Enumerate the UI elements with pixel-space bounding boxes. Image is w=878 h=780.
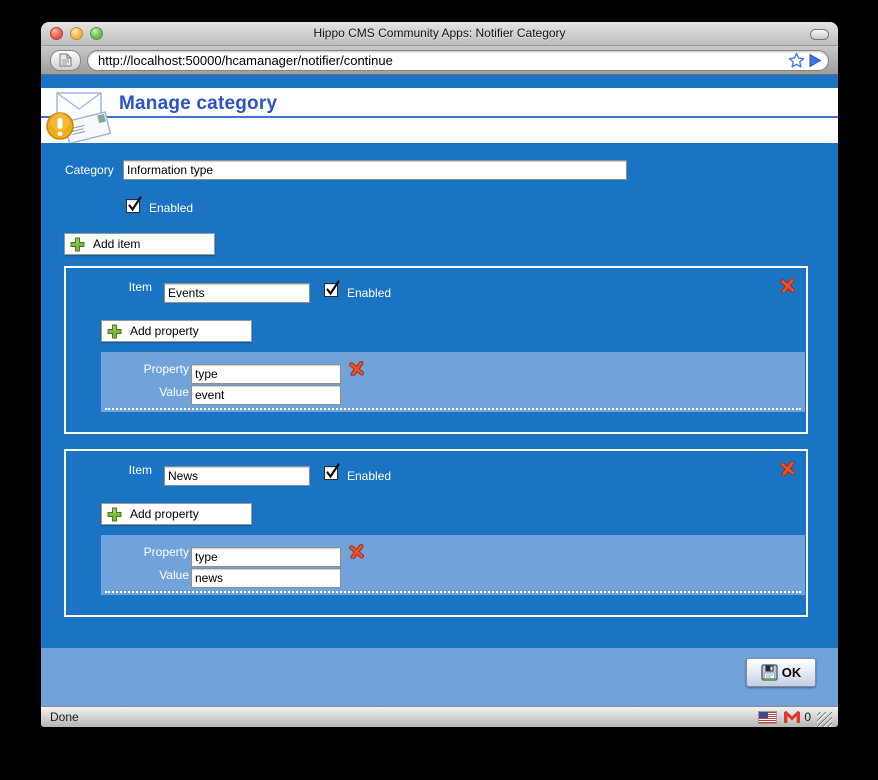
add-property-label: Add property: [130, 324, 199, 338]
checkmark-icon: [325, 279, 342, 297]
browser-window: Hippo CMS Community Apps: Notifier Categ…: [41, 22, 838, 727]
add-item-button[interactable]: Add item: [64, 233, 215, 255]
title-bar: Hippo CMS Community Apps: Notifier Categ…: [41, 22, 838, 46]
item-label: Item: [96, 280, 152, 294]
add-property-label: Add property: [130, 507, 199, 521]
add-property-button[interactable]: Add property: [101, 320, 252, 342]
property-name-input[interactable]: [191, 364, 341, 384]
property-label: Property: [121, 362, 189, 376]
flag-canton: [759, 712, 768, 718]
traffic-lights: [50, 27, 103, 40]
window-title: Hippo CMS Community Apps: Notifier Categ…: [41, 22, 838, 45]
window-resize-grip[interactable]: [817, 712, 832, 727]
ok-button-label: OK: [782, 665, 802, 680]
status-bar: Done 0: [41, 706, 838, 727]
property-panel: Property Value: [101, 352, 805, 412]
url-input[interactable]: [98, 51, 785, 69]
bookmark-star-icon[interactable]: [788, 52, 805, 69]
delete-item-icon[interactable]: [780, 461, 795, 476]
property-name-input[interactable]: [191, 547, 341, 567]
item-panel: Item Enabled Add proper: [64, 266, 808, 434]
gmail-notifier-icon[interactable]: [783, 710, 801, 724]
add-property-button[interactable]: Add property: [101, 503, 252, 525]
site-favicon-button[interactable]: [50, 50, 81, 71]
plus-icon: [107, 324, 122, 339]
status-text: Done: [50, 710, 79, 724]
plus-icon: [70, 237, 85, 252]
checkmark-icon: [325, 462, 342, 480]
category-input[interactable]: [123, 160, 627, 180]
footer-bar: OK: [41, 648, 838, 706]
value-label: Value: [121, 385, 189, 399]
property-value-input[interactable]: [191, 385, 341, 405]
item-label: Item: [96, 463, 152, 477]
item-panel: Item Enabled Add proper: [64, 449, 808, 617]
item-enabled-checkbox[interactable]: [324, 466, 338, 480]
go-arrow-icon[interactable]: [808, 53, 822, 68]
address-bar[interactable]: [87, 50, 829, 71]
page-body: Manage category Category Enabled Add ite…: [41, 75, 838, 706]
mail-count: 0: [804, 710, 811, 724]
header-divider: [41, 116, 838, 118]
delete-property-icon[interactable]: [349, 361, 364, 376]
form-area: Category Enabled Add item Item: [41, 143, 838, 648]
item-enabled-label: Enabled: [347, 286, 391, 300]
property-separator: [105, 408, 801, 410]
item-name-input[interactable]: [164, 283, 310, 303]
delete-item-icon[interactable]: [780, 278, 795, 293]
item-enabled-label: Enabled: [347, 469, 391, 483]
item-enabled-checkbox[interactable]: [324, 283, 338, 297]
zoom-window-button[interactable]: [90, 27, 103, 40]
notifier-envelope-icon: [46, 89, 112, 143]
delete-property-icon[interactable]: [349, 544, 364, 559]
property-label: Property: [121, 545, 189, 559]
item-name-input[interactable]: [164, 466, 310, 486]
save-floppy-icon: [761, 664, 778, 681]
property-panel: Property Value: [101, 535, 805, 595]
plus-icon: [107, 507, 122, 522]
value-label: Value: [121, 568, 189, 582]
toolbar-toggle-button[interactable]: [810, 29, 829, 40]
checkmark-icon: [127, 195, 144, 213]
category-label: Category: [65, 163, 114, 177]
browser-toolbar: [41, 46, 838, 75]
minimize-window-button[interactable]: [70, 27, 83, 40]
page-header: Manage category: [41, 88, 838, 143]
category-enabled-checkbox[interactable]: [126, 199, 140, 213]
us-flag-icon[interactable]: [758, 711, 777, 724]
property-value-input[interactable]: [191, 568, 341, 588]
page-icon: [59, 53, 72, 67]
page-title: Manage category: [119, 93, 277, 115]
close-window-button[interactable]: [50, 27, 63, 40]
property-separator: [105, 591, 801, 593]
ok-button[interactable]: OK: [746, 658, 816, 687]
category-enabled-label: Enabled: [149, 201, 193, 215]
add-item-label: Add item: [93, 237, 140, 251]
